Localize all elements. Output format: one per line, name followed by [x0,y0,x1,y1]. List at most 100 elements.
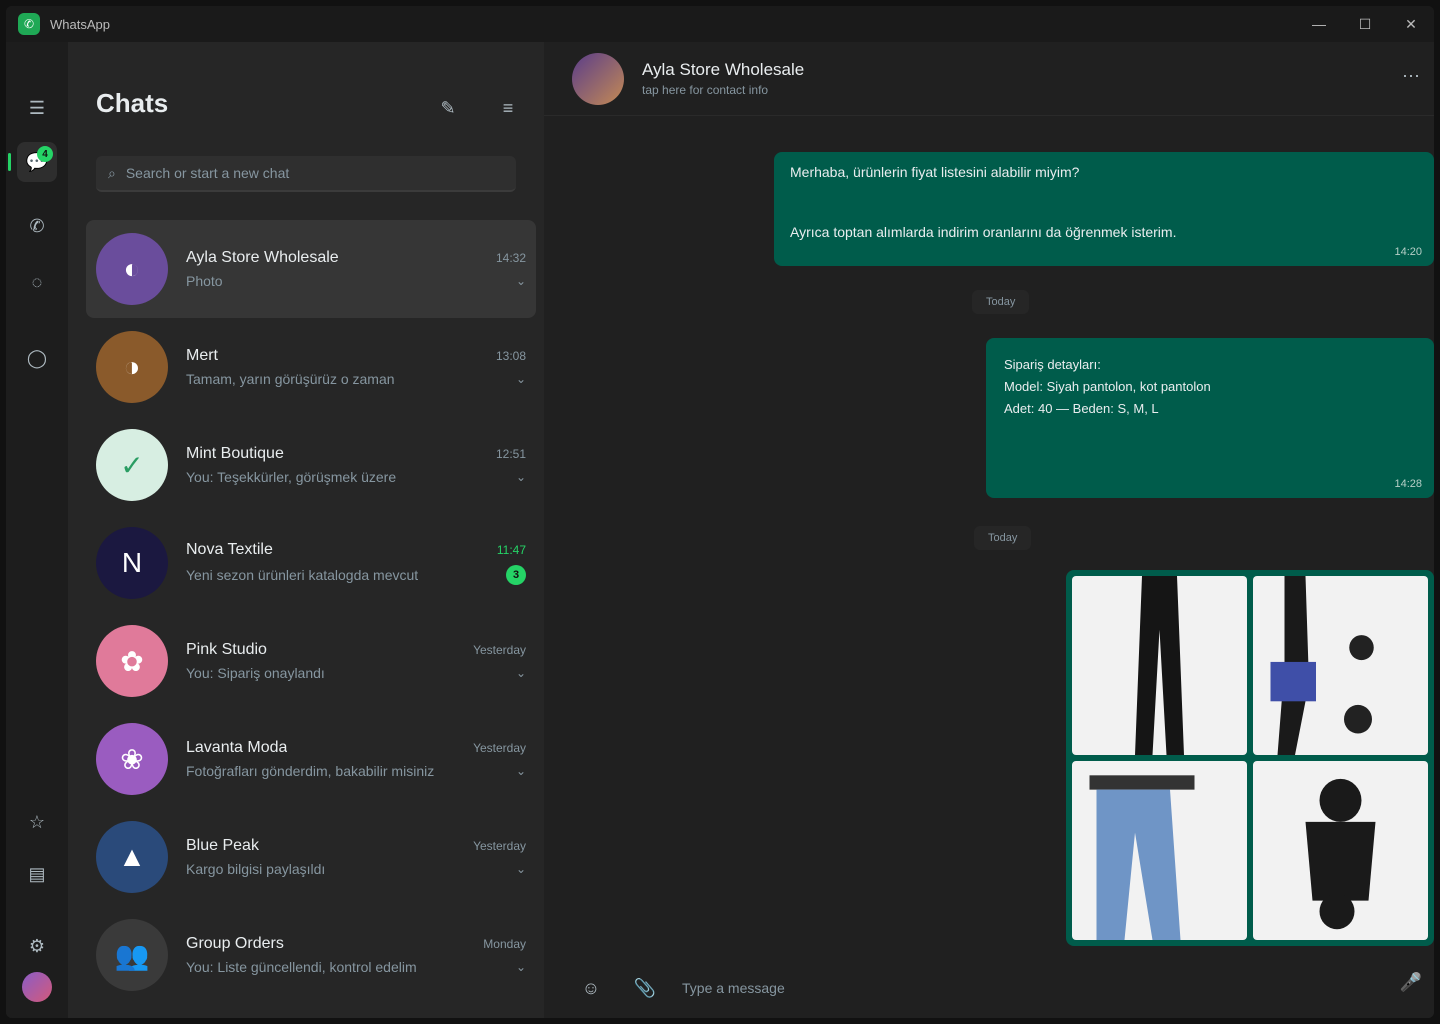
chat-list-item[interactable]: ▲ Blue Peak Yesterday Kargo bilgisi payl… [86,808,536,906]
navigation-rail: ☰ 💬 4 ✆ ◌ ◯ ☆ ▤ ⚙ [6,42,68,1018]
chat-avatar: ✿ [96,625,168,697]
unread-count-badge: 3 [506,565,526,585]
status-icon[interactable]: ◌ [17,262,57,302]
archive-icon[interactable]: ▤ [17,854,57,894]
chats-title: Chats [96,88,169,118]
photo-thumbnail-black-trousers[interactable] [1072,576,1247,755]
close-button[interactable]: ✕ [1388,6,1434,42]
message-input[interactable] [682,980,1282,996]
maximize-button[interactable]: ☐ [1342,6,1388,42]
chat-list-item[interactable]: ◐ Ayla Store Wholesale 14:32 Photo ⌄ [86,220,536,318]
photo-thumbnail-jeans[interactable] [1072,761,1247,940]
chat-list-item[interactable]: ◑ Mert 13:08 Tamam, yarın görüşürüz o za… [86,318,536,416]
contact-avatar[interactable] [572,52,624,105]
chat-list-item[interactable]: ✿ Pink Studio Yesterday You: Sipariş ona… [86,612,536,710]
chat-preview: Yeni sezon ürünleri katalogda mevcut [186,567,419,583]
filter-icon[interactable]: ≡ [492,92,524,124]
calls-icon[interactable]: ✆ [17,206,57,246]
chat-preview: Kargo bilgisi paylaşıldı [186,861,326,877]
message-text: Adet: 40 — Beden: S, M, L [1004,401,1159,416]
chat-name: Group Orders [186,935,284,952]
chevron-down-icon[interactable]: ⌄ [516,862,526,876]
chat-avatar: N [96,527,168,599]
message-composer: ☺ 📎 🎤 [544,958,1434,1018]
chats-unread-badge: 4 [37,146,53,162]
meta-ai-icon[interactable]: ◯ [17,338,57,378]
chat-time: Yesterday [473,741,526,755]
search-input[interactable] [125,165,486,181]
starred-icon[interactable]: ☆ [17,802,57,842]
chat-avatar: 👥 [96,919,168,991]
chat-list-item[interactable]: N Nova Textile 11:47 Yeni sezon ürünleri… [86,514,536,612]
chat-preview: You: Teşekkürler, görüşmek üzere [186,469,397,485]
chat-time: 11:47 [496,543,526,557]
minimize-button[interactable]: — [1296,6,1342,42]
attach-icon[interactable]: 📎 [628,971,662,1005]
chat-avatar: ◑ [96,331,168,403]
chat-preview: You: Liste güncellendi, kontrol edelim [186,959,417,975]
chat-time: 12:51 [495,447,526,461]
chat-avatar: ◐ [96,233,168,305]
window-controls: — ☐ ✕ [1296,6,1434,42]
menu-icon[interactable]: ☰ [17,88,57,128]
chat-list-item[interactable]: ✓ Mint Boutique 12:51 You: Teşekkürler, … [86,416,536,514]
emoji-icon[interactable]: ☺ [574,971,608,1005]
chats-nav-button[interactable]: 💬 4 [8,142,57,182]
date-separator: Today [972,290,1030,314]
chevron-down-icon[interactable]: ⌄ [516,274,526,288]
settings-icon[interactable]: ⚙ [17,926,57,966]
photo-thumbnail-outfit[interactable] [1253,576,1428,755]
photo-thumbnail-black-bag[interactable] [1253,761,1428,940]
outgoing-message[interactable]: Merhaba, ürünlerin fiyat listesini alabi… [774,152,1434,266]
outgoing-message[interactable]: Sipariş detayları: Model: Siyah pantolon… [986,338,1434,498]
contact-name: Ayla Store Wholesale [642,60,805,79]
chat-preview: You: Sipariş onaylandı [186,665,325,681]
chat-list-item[interactable]: 👥 Group Orders Monday You: Liste güncell… [86,906,536,1004]
chat-time: Yesterday [473,839,526,853]
chat-time: Monday [483,937,526,951]
message-text: Sipariş detayları: [1004,357,1101,372]
chat-preview: Tamam, yarın görüşürüz o zaman [186,371,395,387]
chat-name: Mint Boutique [186,445,284,462]
chat-name: Pink Studio [186,641,267,658]
chevron-down-icon[interactable]: ⌄ [516,470,526,484]
app-window: ✆ WhatsApp — ☐ ✕ ☰ 💬 4 ✆ ◌ ◯ ☆ ▤ ⚙ Chats… [6,6,1434,1018]
message-text: Merhaba, ürünlerin fiyat listesini alabi… [790,164,1080,180]
app-title: WhatsApp [50,16,110,32]
chat-preview: Photo [186,273,223,289]
chat-name: Mert [186,347,218,364]
chevron-down-icon[interactable]: ⌄ [516,764,526,778]
chat-name: Nova Textile [186,541,273,558]
profile-avatar[interactable] [22,972,52,1002]
chat-time: Yesterday [473,643,526,657]
title-bar: ✆ WhatsApp — ☐ ✕ [6,6,1434,42]
chat-time: 14:32 [495,251,526,265]
chat-name: Lavanta Moda [186,739,288,756]
microphone-icon[interactable]: 🎤 [1400,972,1422,993]
chevron-down-icon[interactable]: ⌄ [516,666,526,680]
photo-album-message[interactable] [1066,570,1434,946]
message-text: Model: Siyah pantolon, kot pantolon [1004,379,1211,394]
chat-name: Blue Peak [186,837,259,854]
new-chat-icon[interactable]: ✎ [432,92,464,124]
chat-avatar: ▲ [96,821,168,893]
chevron-down-icon[interactable]: ⌄ [516,960,526,974]
chat-avatar: ✓ [96,429,168,501]
chat-preview: Fotoğrafları gönderdim, bakabilir misini… [186,763,435,779]
message-text: Ayrıca toptan alımlarda indirim oranları… [790,224,1177,240]
conversation-panel: Ayla Store Wholesale tap here for contac… [544,42,1434,1018]
chevron-down-icon[interactable]: ⌄ [516,372,526,386]
chat-list: ◐ Ayla Store Wholesale 14:32 Photo ⌄ ◑ M… [86,220,536,1004]
chat-time: 13:08 [495,349,526,363]
chat-list-item[interactable]: ❀ Lavanta Moda Yesterday Fotoğrafları gö… [86,710,536,808]
chat-avatar: ❀ [96,723,168,795]
more-options-icon[interactable]: ⋯ [1402,66,1420,87]
conversation-header[interactable]: Ayla Store Wholesale tap here for contac… [544,42,1434,116]
chat-list-panel: Chats ✎ ≡ ⌕ ◐ Ayla Store Wholesale 14:32… [68,42,544,1018]
chat-name: Ayla Store Wholesale [186,249,339,266]
search-bar[interactable]: ⌕ [96,156,516,192]
whatsapp-logo-icon: ✆ [18,13,40,35]
date-separator: Today [974,526,1032,550]
message-time: 14:20 [1394,246,1422,258]
contact-subtitle: tap here for contact info [642,83,769,97]
